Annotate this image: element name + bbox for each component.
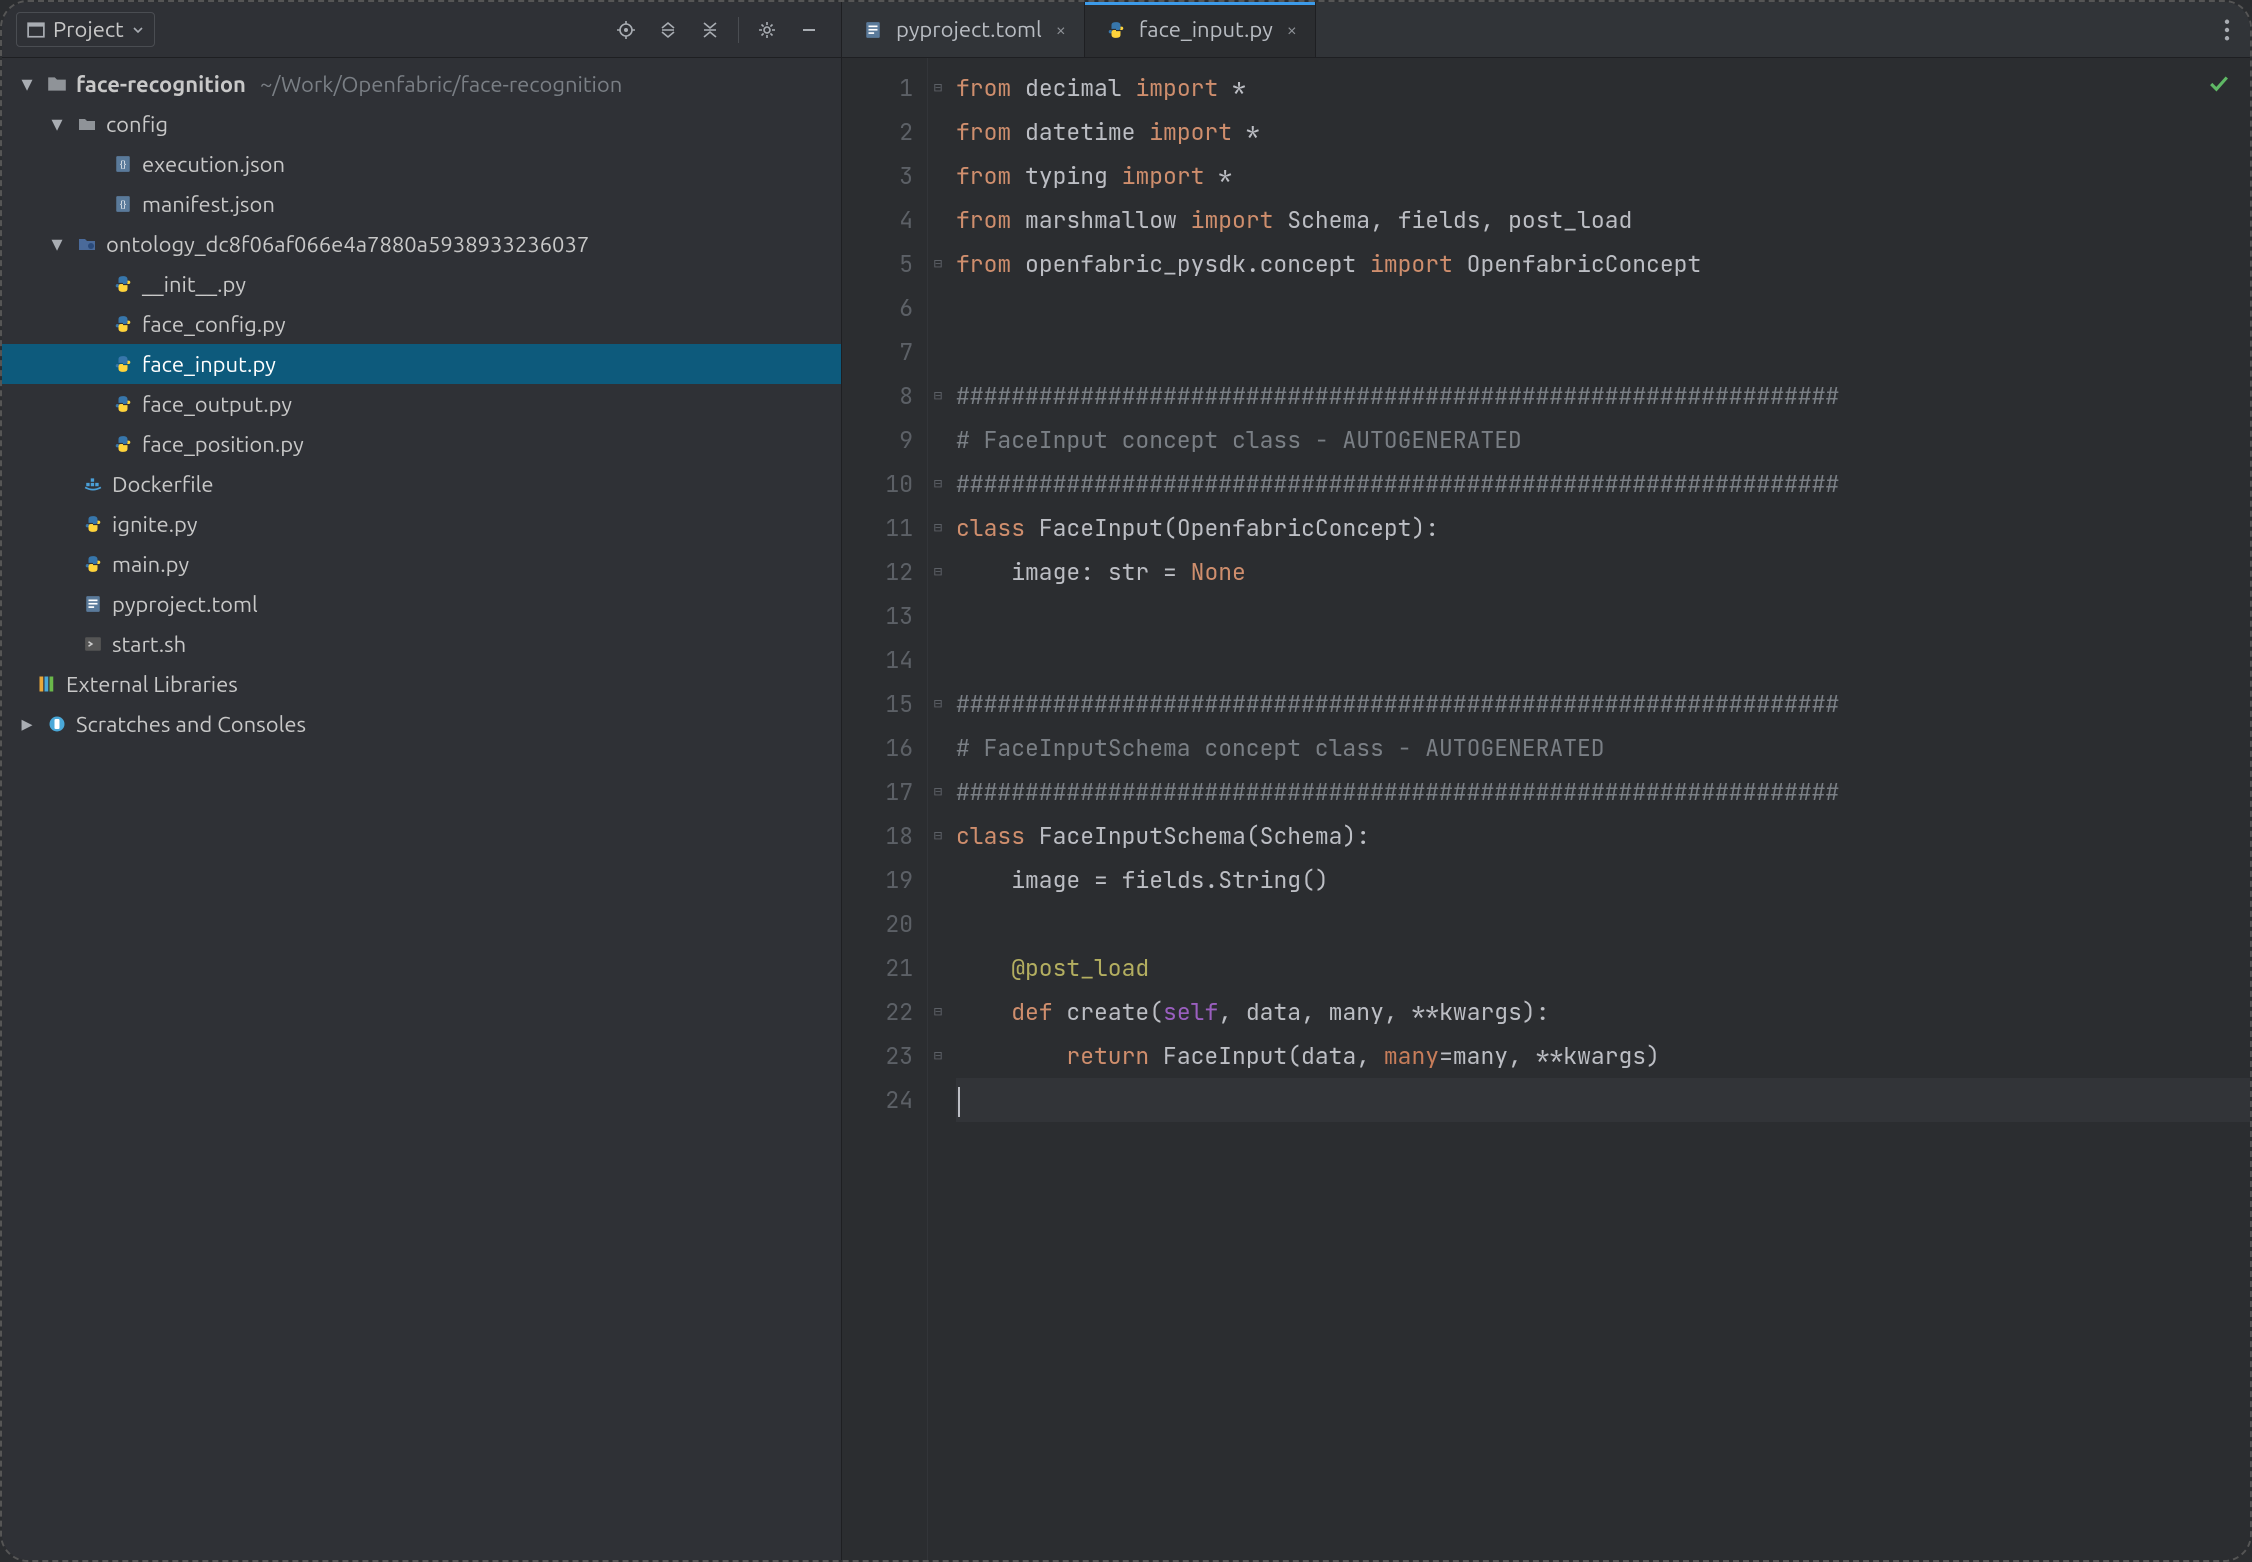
tree-file[interactable]: ignite.py: [2, 504, 841, 544]
tab-pyproject[interactable]: pyproject.toml ×: [842, 2, 1085, 57]
locate-icon[interactable]: [608, 12, 644, 48]
project-tree[interactable]: ▾ face-recognition ~/Work/Openfabric/fac…: [2, 58, 841, 1560]
chevron-down-icon[interactable]: ▾: [46, 111, 68, 137]
fold-gutter[interactable]: ⊟⊟⊟⊟⊟⊟⊟⊟⊟⊟⊟: [928, 58, 948, 1560]
ide-window: Project ▾ face-recognition ~/Work/Openfa…: [0, 0, 2252, 1562]
python-icon: [1103, 21, 1129, 39]
tree-item-label: face_output.py: [142, 392, 292, 417]
tree-item-label: External Libraries: [66, 672, 238, 697]
project-toolbar: Project: [2, 2, 841, 58]
tree-item-label: face_input.py: [142, 352, 276, 377]
libraries-icon: [34, 674, 60, 694]
minimize-icon[interactable]: [791, 12, 827, 48]
tree-item-label: Scratches and Consoles: [76, 712, 306, 737]
tab-label: pyproject.toml: [896, 17, 1042, 42]
tree-file[interactable]: main.py: [2, 544, 841, 584]
editor-tab-bar: pyproject.toml × face_input.py ×: [842, 2, 2250, 58]
tree-item-label: ignite.py: [112, 512, 198, 537]
tree-item-label: ontology_dc8f06af066e4a7880a593893323603…: [106, 232, 589, 257]
svg-text:{}: {}: [120, 199, 126, 209]
editor-body[interactable]: 123456789101112131415161718192021222324 …: [842, 58, 2250, 1560]
tab-face-input[interactable]: face_input.py ×: [1085, 2, 1316, 57]
python-icon: [80, 515, 106, 533]
chevron-down-icon[interactable]: ▾: [46, 231, 68, 257]
folder-icon: [44, 73, 70, 95]
folder-icon: [74, 234, 100, 254]
tree-file[interactable]: Dockerfile: [2, 464, 841, 504]
python-icon: [110, 355, 136, 373]
tree-item-label: Dockerfile: [112, 472, 214, 497]
scratches-icon: [44, 714, 70, 734]
tree-folder-config[interactable]: ▾ config: [2, 104, 841, 144]
python-icon: [110, 275, 136, 293]
tree-file[interactable]: face_position.py: [2, 424, 841, 464]
tree-file[interactable]: face_output.py: [2, 384, 841, 424]
python-icon: [110, 315, 136, 333]
toml-icon: [80, 595, 106, 613]
tab-label: face_input.py: [1139, 17, 1273, 42]
tree-item-label: config: [106, 112, 168, 137]
chevron-right-icon[interactable]: ▸: [16, 711, 38, 737]
tree-item-label: face_position.py: [142, 432, 304, 457]
chevron-down-icon[interactable]: ▾: [16, 71, 38, 97]
tree-external-libraries[interactable]: External Libraries: [2, 664, 841, 704]
project-view-selector[interactable]: Project: [16, 12, 155, 47]
tab-overflow-menu[interactable]: [2204, 2, 2250, 57]
close-icon[interactable]: ×: [1287, 20, 1297, 40]
docker-icon: [80, 475, 106, 493]
project-sidebar: Project ▾ face-recognition ~/Work/Openfa…: [2, 2, 842, 1560]
tree-item-label: main.py: [112, 552, 189, 577]
python-icon: [110, 395, 136, 413]
toml-icon: [860, 21, 886, 39]
tree-file[interactable]: pyproject.toml: [2, 584, 841, 624]
tree-file-selected[interactable]: face_input.py: [2, 344, 841, 384]
json-icon: {}: [110, 195, 136, 213]
tree-file[interactable]: face_config.py: [2, 304, 841, 344]
tree-item-path: ~/Work/Openfabric/face-recognition: [260, 72, 622, 97]
python-icon: [80, 555, 106, 573]
tree-item-label: execution.json: [142, 152, 285, 177]
tree-file[interactable]: start.sh: [2, 624, 841, 664]
project-icon: [27, 21, 45, 39]
chevron-down-icon: [132, 24, 144, 36]
tree-folder-ontology[interactable]: ▾ ontology_dc8f06af066e4a7880a5938933236…: [2, 224, 841, 264]
code-area[interactable]: from decimal import *from datetime impor…: [948, 58, 2250, 1560]
project-selector-label: Project: [53, 17, 124, 42]
tree-file[interactable]: {} execution.json: [2, 144, 841, 184]
tree-item-label: __init__.py: [142, 272, 246, 297]
tree-item-label: face_config.py: [142, 312, 286, 337]
inspection-ok-icon[interactable]: [2206, 66, 2232, 110]
tree-file[interactable]: __init__.py: [2, 264, 841, 304]
gear-icon[interactable]: [749, 12, 785, 48]
tree-root[interactable]: ▾ face-recognition ~/Work/Openfabric/fac…: [2, 64, 841, 104]
kebab-icon: [2224, 19, 2230, 41]
json-icon: {}: [110, 155, 136, 173]
tree-item-label: pyproject.toml: [112, 592, 258, 617]
folder-icon: [74, 114, 100, 134]
expand-all-icon[interactable]: [650, 12, 686, 48]
collapse-all-icon[interactable]: [692, 12, 728, 48]
close-icon[interactable]: ×: [1056, 20, 1066, 40]
toolbar-separator: [738, 17, 739, 43]
python-icon: [110, 435, 136, 453]
line-number-gutter: 123456789101112131415161718192021222324: [842, 58, 928, 1560]
editor-pane: pyproject.toml × face_input.py × 1234567…: [842, 2, 2250, 1560]
shell-icon: [80, 635, 106, 653]
tree-item-label: start.sh: [112, 632, 186, 657]
svg-text:{}: {}: [120, 159, 126, 169]
tree-file[interactable]: {} manifest.json: [2, 184, 841, 224]
tree-item-label: manifest.json: [142, 192, 275, 217]
tree-item-label: face-recognition: [76, 72, 246, 97]
tree-scratches[interactable]: ▸ Scratches and Consoles: [2, 704, 841, 744]
